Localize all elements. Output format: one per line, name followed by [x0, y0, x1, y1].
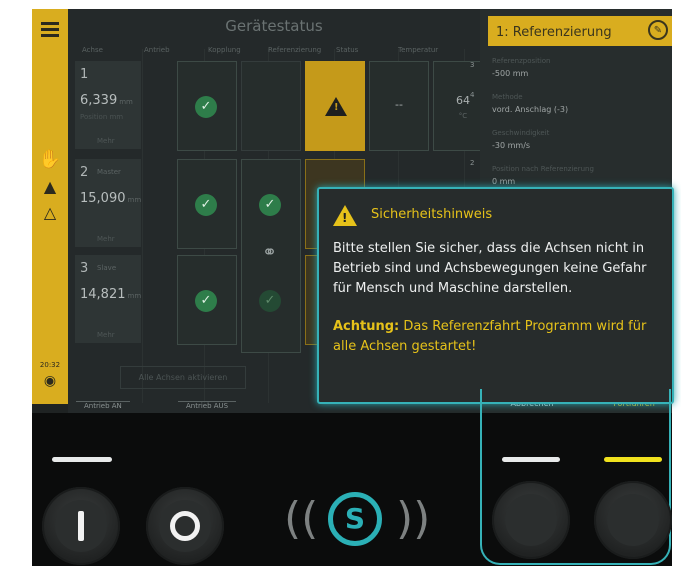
field-value[interactable]: -30 mm/s — [492, 141, 530, 150]
cancel-indicator — [502, 457, 560, 462]
check-icon: ✓ — [195, 194, 217, 216]
check-icon: ✓ — [195, 96, 217, 118]
dialog-title: Sicherheitshinweis — [371, 207, 493, 222]
field-label: Methode — [492, 93, 523, 101]
axis-role: Master — [97, 168, 121, 176]
status-cell-1[interactable]: -- — [369, 61, 429, 151]
field-value[interactable]: vord. Anschlag (-3) — [492, 105, 568, 114]
axis-position: 6,339 mm — [80, 93, 133, 108]
safety-person-icon[interactable]: ◉ — [32, 373, 68, 389]
grid-title: Gerätestatus — [225, 17, 323, 35]
clock-text: 20:32 — [39, 361, 61, 369]
power-on-indicator — [52, 457, 112, 462]
edit-icon[interactable]: ✎ — [648, 20, 668, 40]
dialog-body: Bitte stellen Sie sicher, dass die Achse… — [333, 241, 647, 296]
signal-right-icon: )) — [396, 493, 431, 544]
coupling-cell-1[interactable] — [241, 61, 301, 151]
axis-more-link[interactable]: Mehr — [97, 137, 115, 145]
field-value[interactable]: 0 mm — [492, 177, 515, 186]
link-icon: ⚭ — [262, 242, 278, 263]
axis-more-link[interactable]: Mehr — [97, 331, 115, 339]
status-value: -- — [395, 98, 403, 111]
col-header: Status — [336, 46, 359, 54]
warning-label: Achtung: — [333, 319, 400, 334]
axis-more-link[interactable]: Mehr — [97, 235, 115, 243]
col-header: Referenzierung — [268, 46, 322, 54]
check-icon: ✓ — [259, 290, 281, 312]
col-header: Kopplung — [208, 46, 241, 54]
referencing-cell-1[interactable] — [305, 61, 365, 151]
panel-header: 1: Referenzierung ✎ — [488, 16, 672, 46]
warning-outline-icon[interactable]: △ — [32, 203, 68, 222]
col-header: Achse — [82, 46, 103, 54]
check-icon: ✓ — [195, 290, 217, 312]
col-header: Antrieb — [144, 46, 170, 54]
field-label: Geschwindigkeit — [492, 129, 550, 137]
power-off-symbol — [170, 511, 200, 541]
warning-icon — [333, 205, 357, 226]
logo-button[interactable]: S — [328, 492, 382, 546]
tab-drive-off[interactable]: Antrieb AUS — [178, 401, 237, 413]
axis-number: 1 — [80, 67, 89, 82]
power-on-button[interactable] — [42, 487, 120, 565]
row-marker: 3 — [470, 61, 475, 69]
all-axes-button[interactable]: Alle Achsen aktivieren — [120, 366, 246, 389]
continue-indicator — [604, 457, 662, 462]
axis-cell-2[interactable]: 2 Master 15,090 mm Mehr — [75, 159, 141, 247]
axis-role: Slave — [97, 264, 117, 272]
signal-left-icon: (( — [284, 493, 319, 544]
warning-icon[interactable]: ▲ — [32, 177, 68, 196]
panel-title: 1: Referenzierung — [496, 25, 612, 40]
hmi-device: ✋ ▲ △ 20:32 ◉ Gerätestatus Achse Antrieb… — [32, 9, 674, 566]
drive-cell-1[interactable]: ✓ — [177, 61, 237, 151]
axis-cell-3[interactable]: 3 Slave 14,821 mm Mehr — [75, 255, 141, 343]
power-on-symbol — [78, 511, 84, 541]
dialog-warning: Achtung: Das Referenzfahrt Programm wird… — [333, 317, 663, 357]
row-marker: 4 — [470, 91, 475, 99]
axis-position: 14,821 mm — [80, 287, 142, 302]
axis-number: 3 — [80, 261, 89, 276]
left-sidebar: ✋ ▲ △ 20:32 ◉ — [32, 9, 68, 404]
field-label: Referenzposition — [492, 57, 551, 65]
coupling-cell-2-3[interactable]: ✓ ⚭ ✓ — [241, 159, 301, 353]
safety-dialog: Sicherheitshinweis Bitte stellen Sie sic… — [317, 187, 674, 404]
row-marker: 2 — [470, 159, 475, 167]
field-label: Position nach Referenzierung — [492, 165, 594, 173]
axis-sub: Position mm — [80, 113, 124, 121]
drive-cell-3[interactable]: ✓ — [177, 255, 237, 345]
tab-drive-on[interactable]: Antrieb AN — [76, 401, 130, 413]
drive-cell-2[interactable]: ✓ — [177, 159, 237, 249]
axis-position: 15,090 mm — [80, 191, 142, 206]
axis-number: 2 — [80, 165, 89, 180]
field-value[interactable]: -500 mm — [492, 69, 528, 78]
power-off-button[interactable] — [146, 487, 224, 565]
col-header: Temperatur — [398, 46, 439, 54]
menu-icon[interactable] — [32, 19, 68, 40]
continue-softkey-button[interactable] — [594, 481, 672, 559]
warning-icon — [325, 97, 347, 116]
axis-cell-1[interactable]: 1 6,339 mm Position mm Mehr — [75, 61, 141, 149]
cancel-softkey-button[interactable] — [492, 481, 570, 559]
check-icon: ✓ — [259, 194, 281, 216]
hand-stop-icon[interactable]: ✋ — [32, 149, 68, 170]
